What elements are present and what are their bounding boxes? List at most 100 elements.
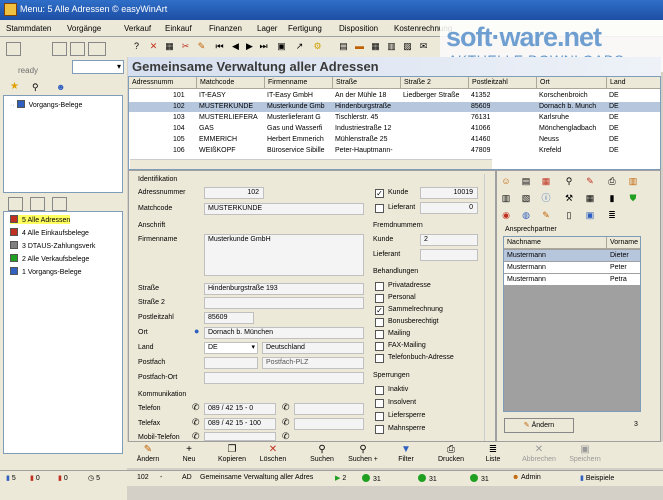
print-icon-2[interactable]: ⎙ <box>606 175 618 187</box>
brush-icon[interactable]: ✎ <box>195 40 208 53</box>
col-header-strasse[interactable]: Straße <box>333 77 401 89</box>
close-icon[interactable]: ✕ <box>147 40 160 53</box>
tree-item-verkaufsbelege[interactable]: 2 Alle Verkaufsbelege <box>10 254 89 263</box>
suchen-plus-button[interactable]: ⚲ Suchen + <box>343 444 383 463</box>
chart-icon[interactable]: ▨ <box>401 40 414 53</box>
context-dropdown[interactable]: ▾ <box>72 60 124 74</box>
col-header-matchcode[interactable]: Matchcode <box>197 77 265 89</box>
attachment-icon[interactable]: ✎ <box>584 175 596 187</box>
land-select[interactable]: DE ▾ <box>204 342 258 354</box>
menu-lager[interactable]: Lager <box>257 24 277 33</box>
liefersperre-checkbox[interactable] <box>375 412 384 421</box>
mobile-icon[interactable]: ✆ <box>192 431 200 442</box>
speichern-button[interactable]: ▣ Speichern <box>563 444 607 463</box>
postfach-field[interactable] <box>204 357 258 369</box>
list-icon-2[interactable]: ≣ <box>606 209 618 221</box>
tab-menu-icon[interactable] <box>8 197 23 211</box>
personal-checkbox[interactable] <box>375 294 384 303</box>
contact-row-selected[interactable]: Mustermann Dieter <box>504 250 640 261</box>
col-header-adressnummer[interactable]: Adressnumm <box>129 77 197 89</box>
col-header-firmenname[interactable]: Firmenname <box>265 77 333 89</box>
menu-verkauf[interactable]: Verkauf <box>124 24 151 33</box>
table-row-selected[interactable]: 102 MUSTERKUNDE Musterkunde Gmb Hindenbu… <box>129 102 660 112</box>
tree-item-vorgangsbelege-2[interactable]: 1 Vorgangs-Belege <box>10 267 82 276</box>
sammelrechnung-checkbox[interactable]: ✓ <box>375 306 384 315</box>
first-record-icon[interactable]: ⏮ <box>213 40 226 53</box>
firmenname-field[interactable]: Musterkunde GmbH <box>204 234 364 276</box>
phone-icon-2[interactable]: ✆ <box>282 402 290 413</box>
calendar-icon[interactable]: ▦ <box>163 40 176 53</box>
col-header-strasse2[interactable]: Straße 2 <box>401 77 469 89</box>
table-icon[interactable]: ▦ <box>584 192 596 204</box>
tree-item-alle-adressen[interactable]: 5 Alle Adressen <box>10 215 71 224</box>
kunde-nr-field[interactable]: 10019 <box>420 187 478 199</box>
postfach-plz-field[interactable]: Postfach-PLZ <box>262 357 364 369</box>
filter-button[interactable]: ▼ Filter <box>393 444 419 463</box>
adressnummer-field[interactable]: 102 <box>204 187 264 199</box>
telefon-field[interactable]: 089 / 42 15 - 0 <box>204 403 276 415</box>
menu-fertigung[interactable]: Fertigung <box>288 24 322 33</box>
col-header-plz[interactable]: Postleitzahl <box>469 77 537 89</box>
next-record-icon[interactable]: ▶ <box>243 40 256 53</box>
window2-icon[interactable] <box>70 42 85 56</box>
table-row[interactable]: 105 EMMERICH Herbert Emmerich Mühlenstra… <box>129 135 660 145</box>
ort-field[interactable]: Dornach b. München <box>204 327 364 339</box>
report-icon[interactable]: ▥ <box>385 40 398 53</box>
lieferant-nr-field[interactable]: 0 <box>420 202 478 214</box>
mobile-icon-2[interactable]: ✆ <box>282 431 290 442</box>
liste-button[interactable]: ≣ Liste <box>481 444 505 463</box>
bonusberechtigt-checkbox[interactable] <box>375 318 384 327</box>
telefax-field[interactable]: 089 / 42 15 - 100 <box>204 418 276 430</box>
contacts-icon[interactable]: ☺ <box>500 175 512 187</box>
tree-item-dtaus[interactable]: 3 DTAUS-Zahlungsverk <box>10 241 95 250</box>
globe-icon[interactable]: ◍ <box>520 209 532 221</box>
save-disk-icon[interactable]: ▣ <box>275 40 288 53</box>
grid-icon[interactable]: ▦ <box>369 40 382 53</box>
search-icon[interactable]: ⚲ <box>32 82 42 92</box>
archive-icon[interactable]: ▥ <box>627 175 639 187</box>
col-header-ort[interactable]: Ort <box>537 77 607 89</box>
contact-edit-button[interactable]: ✎ Ändern <box>504 418 574 433</box>
bank-icon[interactable]: ▥ <box>500 192 512 204</box>
contact-row[interactable]: Mustermann Peter <box>504 262 640 273</box>
insolvent-checkbox[interactable] <box>375 399 384 408</box>
plz-field[interactable]: 85609 <box>204 312 254 324</box>
user-icon[interactable]: ☻ <box>56 82 66 92</box>
tools-icon-2[interactable]: ⚒ <box>563 192 575 204</box>
postfach-ort-field[interactable] <box>204 372 364 384</box>
kunde-checkbox[interactable]: ✓ <box>375 189 384 198</box>
last-record-icon[interactable]: ⏭ <box>257 40 270 53</box>
mobil-field[interactable] <box>204 432 276 441</box>
menu-disposition[interactable]: Disposition <box>339 24 378 33</box>
mail-icon[interactable]: ✉ <box>417 40 430 53</box>
contact-row[interactable]: Mustermann Petra <box>504 274 640 285</box>
col-header-nachname[interactable]: Nachname <box>504 237 607 249</box>
tab-history-icon[interactable] <box>52 197 67 211</box>
fax-icon-2[interactable]: ✆ <box>282 417 290 428</box>
abbrechen-button[interactable]: ✕ Abbrechen <box>517 444 561 463</box>
col-header-vorname[interactable]: Vorname <box>607 237 640 249</box>
menu-vorgaenge[interactable]: Vorgänge <box>67 24 101 33</box>
table-row[interactable]: 103 MUSTERLIEFERA Musterlieferant G Tisc… <box>129 113 660 123</box>
aendern-button[interactable]: ✎ Ändern <box>133 444 163 463</box>
star-icon[interactable]: ★ <box>10 82 20 92</box>
privatadresse-checkbox[interactable] <box>375 282 384 291</box>
menu-finanzen[interactable]: Finanzen <box>209 24 242 33</box>
telefonbuch-checkbox[interactable] <box>375 354 384 363</box>
color-icon[interactable]: ◉ <box>500 209 512 221</box>
notes-icon[interactable]: ▤ <box>520 175 532 187</box>
strasse2-field[interactable] <box>204 297 364 309</box>
settings-icon[interactable]: ⚙ <box>311 40 324 53</box>
table-row[interactable]: 106 WEIßKOPF Büroservice Sibille Peter-H… <box>129 146 660 156</box>
form-vertical-scrollbar[interactable] <box>484 174 494 441</box>
telefon2-field[interactable] <box>294 403 364 415</box>
folder-icon[interactable]: ▬ <box>353 40 366 53</box>
layout-icon[interactable] <box>88 42 106 56</box>
neu-button[interactable]: + Neu <box>177 444 201 463</box>
fn-lieferant-field[interactable] <box>420 249 478 261</box>
prev-record-icon[interactable]: ◀ <box>229 40 242 53</box>
tab-favorites-icon[interactable] <box>30 197 45 211</box>
info-icon[interactable]: ⓘ <box>540 192 552 204</box>
shield-icon[interactable]: ⛊ <box>627 192 639 204</box>
drucken-button[interactable]: ⎙ Drucken <box>433 444 469 463</box>
